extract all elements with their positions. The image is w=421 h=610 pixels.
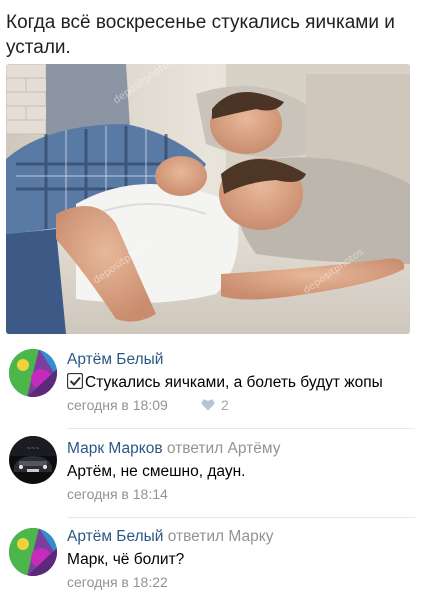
comment: ~~~ Марк Марков ответил Артёму Артём, не… bbox=[0, 432, 421, 522]
like-count: 2 bbox=[221, 397, 229, 413]
comment-text: Марк, чё болит? bbox=[67, 551, 185, 568]
author-link[interactable]: Марк Марков bbox=[67, 440, 163, 457]
abstract-avatar-icon bbox=[9, 349, 57, 397]
comment-text: Стукались яичками, а болеть будут жопы bbox=[67, 373, 383, 393]
comment-text-content: Стукались яичками, а болеть будут жопы bbox=[85, 374, 383, 391]
like-button[interactable]: 2 bbox=[201, 396, 229, 414]
checkbox-emoji-icon bbox=[67, 373, 83, 389]
reply-to-link[interactable]: Марку bbox=[228, 528, 273, 545]
comment-text: Артём, не смешно, даун. bbox=[67, 463, 246, 480]
post-text: Когда всё воскресенье стукались яичками … bbox=[6, 12, 395, 58]
author-link[interactable]: Артём Белый bbox=[67, 351, 163, 368]
heart-icon bbox=[201, 399, 215, 411]
comment-date[interactable]: сегодня в 18:09 bbox=[67, 396, 168, 414]
divider bbox=[67, 428, 415, 429]
comment-header: Марк Марков ответил Артёму bbox=[67, 439, 280, 459]
comment-header: Артём Белый bbox=[67, 350, 163, 370]
comment: Артём Белый Стукались яичками, а болеть … bbox=[0, 343, 421, 433]
reply-prefix: ответил bbox=[166, 440, 224, 457]
divider bbox=[67, 517, 415, 518]
car-avatar-icon: ~~~ bbox=[9, 436, 57, 484]
svg-text:~~~: ~~~ bbox=[27, 446, 40, 452]
comment: Артём Белый ответил Марку Марк, чё болит… bbox=[0, 520, 421, 610]
comment-header: Артём Белый ответил Марку bbox=[67, 527, 273, 547]
avatar[interactable]: ~~~ bbox=[9, 436, 57, 484]
post-photo[interactable]: depositphotos depositphotos depositphoto… bbox=[6, 64, 410, 334]
avatar[interactable] bbox=[9, 349, 57, 397]
comment-date[interactable]: сегодня в 18:22 bbox=[67, 573, 168, 591]
reply-to-link[interactable]: Артёму bbox=[228, 440, 281, 457]
author-link[interactable]: Артём Белый bbox=[67, 528, 163, 545]
reply-prefix: ответил bbox=[167, 528, 225, 545]
avatar[interactable] bbox=[9, 528, 57, 576]
comment-date[interactable]: сегодня в 18:14 bbox=[67, 485, 168, 503]
abstract-avatar-icon bbox=[9, 528, 57, 576]
photo-illustration: depositphotos depositphotos depositphoto… bbox=[6, 64, 410, 334]
